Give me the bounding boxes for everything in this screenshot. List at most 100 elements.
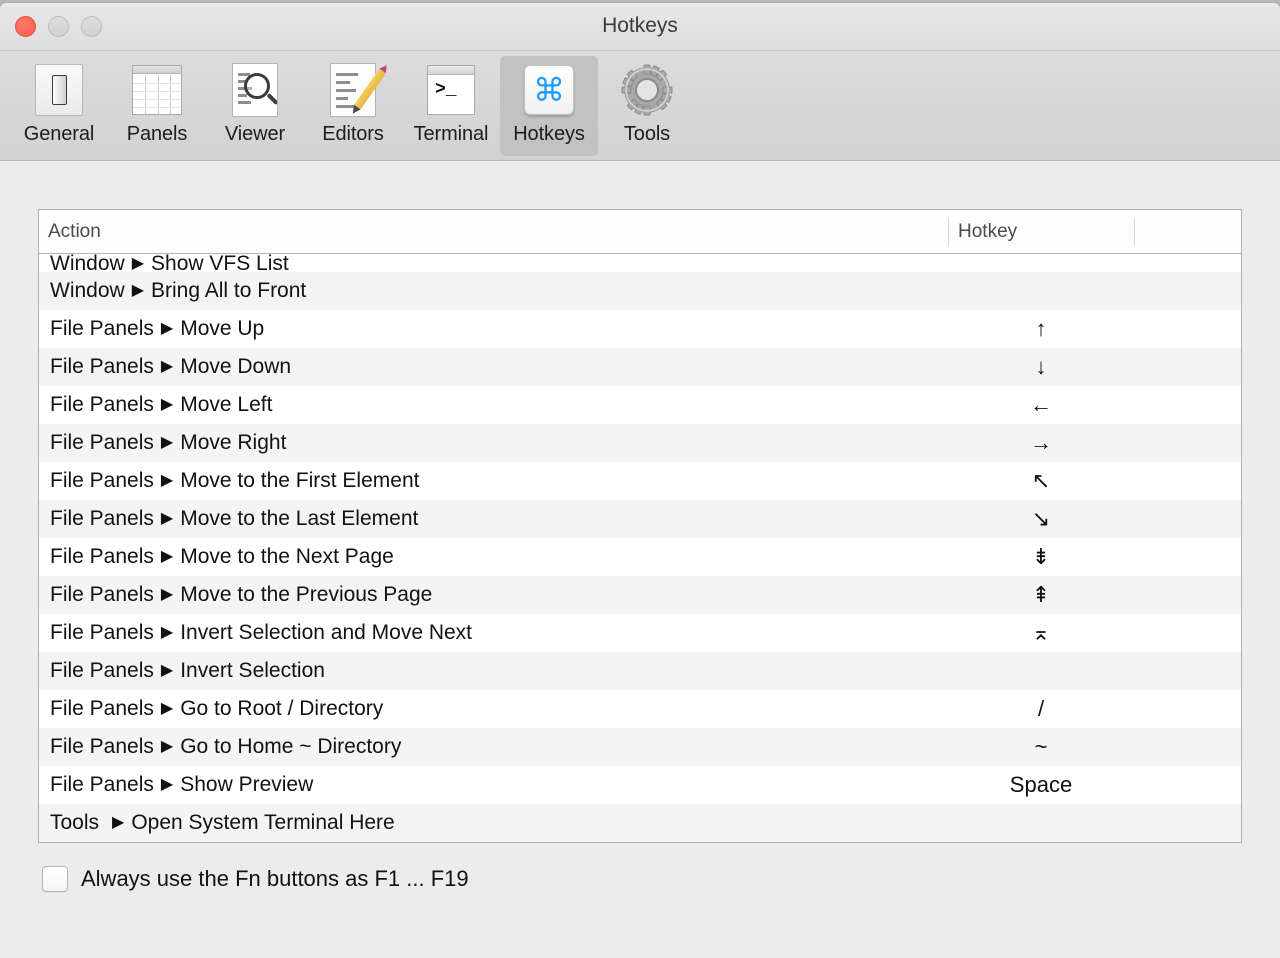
gear-icon <box>618 61 676 119</box>
row-hotkey-cell[interactable]: ⌅ <box>948 620 1134 646</box>
tab-hotkeys[interactable]: ⌘ Hotkeys <box>500 56 598 156</box>
preferences-toolbar: General Panels Viewer Editors >_ Termina… <box>0 51 1280 161</box>
row-action-label: Move Up <box>180 317 265 340</box>
column-header-action[interactable]: Action <box>39 218 948 246</box>
row-action-cell: Tools ▶ Open System Terminal Here <box>39 811 948 835</box>
disclosure-triangle-icon: ▶ <box>160 662 174 679</box>
fn-keys-option[interactable]: Always use the Fn buttons as F1 ... F19 <box>42 866 469 892</box>
table-row[interactable]: Window ▶ Show VFS List <box>39 254 1241 275</box>
row-group-label: File Panels <box>50 545 154 568</box>
row-group-label: Tools <box>50 811 100 834</box>
row-action-cell: File Panels ▶ Go to Root / Directory <box>39 697 948 721</box>
table-row[interactable]: File Panels ▶ Move Left ← <box>39 386 1241 424</box>
row-action-label: Invert Selection <box>180 659 325 682</box>
disclosure-triangle-icon: ▶ <box>131 255 145 272</box>
window-title: Hotkeys <box>602 14 678 37</box>
row-hotkey-cell[interactable]: ↓ <box>948 354 1134 380</box>
row-action-label: Move to the First Element <box>180 469 420 492</box>
table-row[interactable]: File Panels ▶ Invert Selection and Move Ne… <box>39 614 1241 652</box>
row-hotkey-cell[interactable]: Space <box>948 772 1134 798</box>
row-group-label: File Panels <box>50 469 154 492</box>
tab-tools-label: Tools <box>623 123 671 145</box>
row-group-label: Window <box>50 279 125 302</box>
disclosure-triangle-icon: ▶ <box>160 358 174 375</box>
disclosure-triangle-icon: ▶ <box>160 434 174 451</box>
row-hotkey-cell[interactable]: → <box>948 430 1134 456</box>
row-hotkey-cell[interactable]: / <box>948 696 1134 722</box>
magnifier-document-icon <box>226 61 284 119</box>
disclosure-triangle-icon: ▶ <box>160 586 174 603</box>
row-hotkey-cell[interactable]: ~ <box>948 734 1134 760</box>
row-action-label: Move Down <box>180 355 292 378</box>
tab-editors[interactable]: Editors <box>304 56 402 146</box>
row-hotkey-cell[interactable]: ⇞ <box>948 582 1134 608</box>
row-group-label: File Panels <box>50 431 154 454</box>
tab-panels-label: Panels <box>126 123 188 145</box>
disclosure-triangle-icon: ▶ <box>160 700 174 717</box>
toggle-switch-icon <box>30 61 88 119</box>
disclosure-triangle-icon: ▶ <box>160 320 174 337</box>
disclosure-triangle-icon: ▶ <box>112 814 125 831</box>
table-row[interactable]: File Panels ▶ Move Up ↑ <box>39 310 1241 348</box>
table-body[interactable]: Window ▶ Show VFS List Window ▶ Bring All to … <box>39 254 1241 842</box>
row-action-label: Move to the Last Element <box>180 507 419 530</box>
table-header-row: Action Hotkey <box>39 210 1241 254</box>
row-action-cell: File Panels ▶ Invert Selection and Move Ne… <box>39 621 948 645</box>
tab-terminal-label: Terminal <box>413 123 489 145</box>
row-hotkey-cell[interactable]: ↘ <box>948 506 1134 532</box>
row-action-label: Show VFS List <box>151 254 289 275</box>
table-row[interactable]: File Panels ▶ Move to the Previous Page ⇞ <box>39 576 1241 614</box>
row-hotkey-cell[interactable]: ← <box>948 392 1134 418</box>
row-action-label: Move Right <box>180 431 287 454</box>
row-group-label: File Panels <box>50 393 154 416</box>
table-row[interactable]: File Panels ▶ Invert Selection <box>39 652 1241 690</box>
row-action-cell: File Panels ▶ Invert Selection <box>39 659 948 683</box>
row-action-label: Open System Terminal Here <box>131 811 395 834</box>
row-group-label: File Panels <box>50 773 154 796</box>
fn-keys-checkbox[interactable] <box>42 866 68 892</box>
disclosure-triangle-icon: ▶ <box>160 776 174 793</box>
disclosure-triangle-icon: ▶ <box>131 282 145 299</box>
table-row[interactable]: File Panels ▶ Move to the First Element ↖ <box>39 462 1241 500</box>
command-key-icon: ⌘ <box>520 61 578 119</box>
row-action-label: Show Preview <box>180 773 314 796</box>
disclosure-triangle-icon: ▶ <box>160 396 174 413</box>
table-grid-icon <box>128 61 186 119</box>
table-row[interactable]: File Panels ▶ Go to Home ~ Directory ~ <box>39 728 1241 766</box>
table-row[interactable]: Window ▶ Bring All to Front <box>39 272 1241 310</box>
table-row[interactable]: File Panels ▶ Move to the Next Page ⇟ <box>39 538 1241 576</box>
table-row[interactable]: File Panels ▶ Show Preview Space <box>39 766 1241 804</box>
row-action-cell: File Panels ▶ Move to the Previous Page <box>39 583 948 607</box>
row-action-label: Go to Root / Directory <box>180 697 384 720</box>
row-hotkey-cell[interactable]: ↑ <box>948 316 1134 342</box>
tab-tools[interactable]: Tools <box>598 56 696 146</box>
tab-viewer[interactable]: Viewer <box>206 56 304 146</box>
tab-general[interactable]: General <box>10 56 108 146</box>
tab-terminal[interactable]: >_ Terminal <box>402 56 500 146</box>
row-action-cell: File Panels ▶ Move Right <box>39 431 948 455</box>
disclosure-triangle-icon: ▶ <box>160 510 174 527</box>
pencil-document-icon <box>324 61 386 119</box>
row-hotkey-cell[interactable]: ⇟ <box>948 544 1134 570</box>
row-group-label: File Panels <box>50 507 154 530</box>
table-row[interactable]: File Panels ▶ Move to the Last Element ↘ <box>39 500 1241 538</box>
tab-viewer-label: Viewer <box>224 123 286 145</box>
disclosure-triangle-icon: ▶ <box>160 548 174 565</box>
column-header-hotkey[interactable]: Hotkey <box>948 217 1134 246</box>
table-row[interactable]: File Panels ▶ Go to Root / Directory / <box>39 690 1241 728</box>
table-row[interactable]: Tools ▶ Open System Terminal Here <box>39 804 1241 842</box>
row-action-cell: File Panels ▶ Move to the Last Element <box>39 507 948 531</box>
table-row[interactable]: File Panels ▶ Move Right → <box>39 424 1241 462</box>
row-action-cell: File Panels ▶ Move Down <box>39 355 948 379</box>
tab-editors-label: Editors <box>322 123 384 145</box>
row-group-label: File Panels <box>50 583 154 606</box>
table-row[interactable]: File Panels ▶ Move Down ↓ <box>39 348 1241 386</box>
tab-panels[interactable]: Panels <box>108 56 206 146</box>
column-header-extra[interactable] <box>1134 217 1241 246</box>
preferences-window: Hotkeys General Panels Viewer Editors >_… <box>0 3 1280 958</box>
row-group-label: File Panels <box>50 355 154 378</box>
row-group-label: Window <box>50 254 125 275</box>
row-hotkey-cell[interactable]: ↖ <box>948 468 1134 494</box>
row-action-label: Invert Selection and Move Next <box>180 621 473 644</box>
row-action-label: Bring All to Front <box>151 279 307 302</box>
